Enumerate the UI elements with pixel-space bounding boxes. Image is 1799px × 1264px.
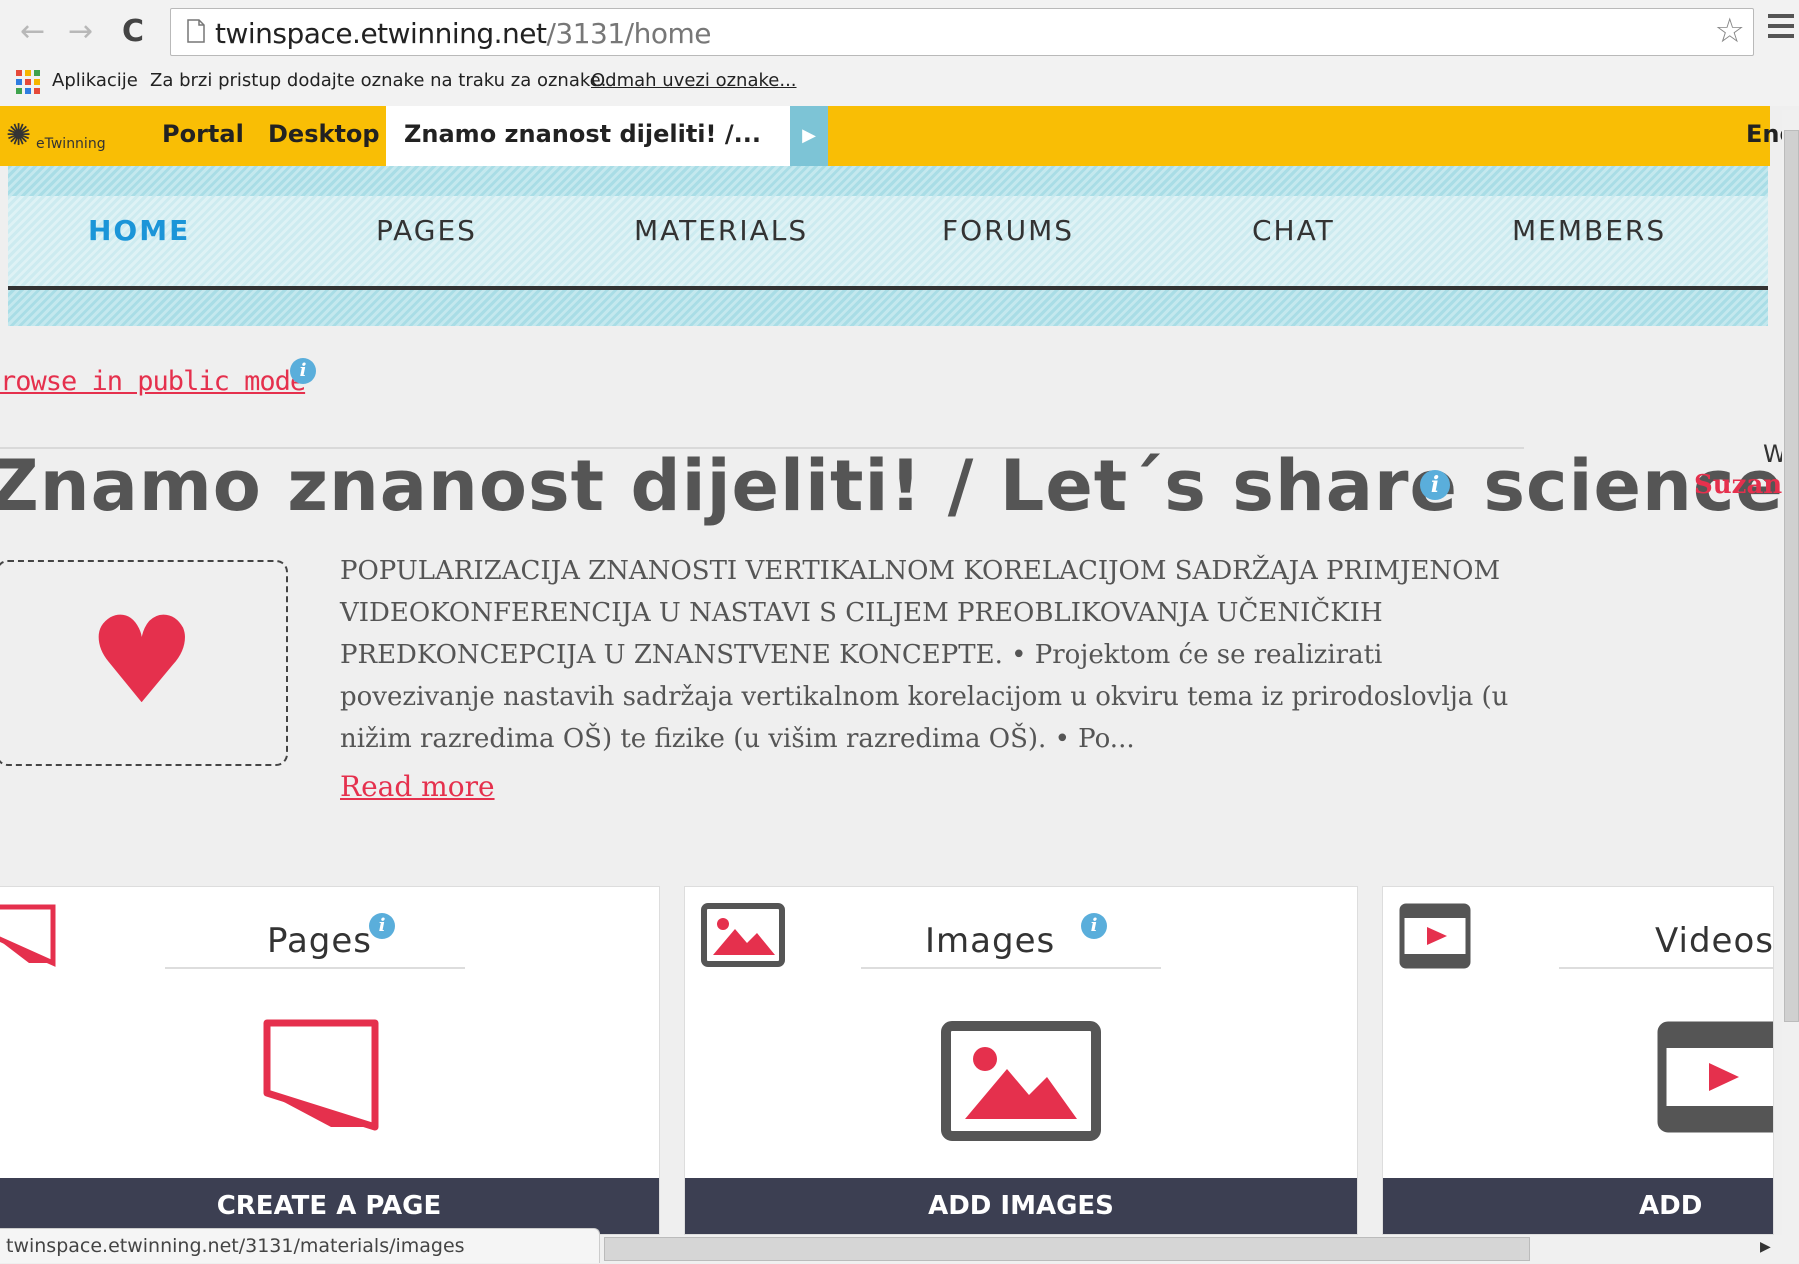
info-icon[interactable]: i xyxy=(369,913,395,939)
bookmarks-hint: Za brzi pristup dodajte oznake na traku … xyxy=(150,70,607,91)
info-icon[interactable]: i xyxy=(290,358,316,384)
add-video-button[interactable]: ADD VIDEO xyxy=(1383,1178,1773,1234)
videos-card-title: Videos xyxy=(1655,921,1774,961)
horizontal-scrollbar-thumb[interactable] xyxy=(604,1237,1530,1261)
browser-chrome: ← → C twinspace.etwinning.net/3131/home … xyxy=(0,0,1799,106)
heart-icon: ♥ xyxy=(88,592,196,731)
nav-home[interactable]: HOME xyxy=(88,214,190,247)
project-tab-label: Znamo znanost dijeliti! /... xyxy=(404,120,761,148)
pages-card: Pages i CREATE A PAGE xyxy=(0,886,660,1235)
project-title: Znamo znanost dijeliti! / Let´s share sc… xyxy=(0,445,1784,527)
nav-members[interactable]: MEMBERS xyxy=(1512,214,1666,247)
nav-pages[interactable]: PAGES xyxy=(376,214,477,247)
info-icon[interactable]: i xyxy=(1420,470,1450,500)
project-logo-box: ♥ xyxy=(0,560,288,766)
bookmarks-bar: Aplikacije Za brzi pristup dodajte oznak… xyxy=(0,64,1799,100)
image-icon xyxy=(701,903,785,967)
create-page-button[interactable]: CREATE A PAGE xyxy=(0,1178,659,1234)
video-icon xyxy=(1657,1021,1773,1133)
play-arrow-icon[interactable]: ▶ xyxy=(790,106,828,166)
import-bookmarks-link[interactable]: Odmah uvezi oznake... xyxy=(591,70,797,91)
url-path: /3131/home xyxy=(546,17,711,50)
card-divider xyxy=(861,967,1161,969)
project-tab[interactable]: Znamo znanost dijeliti! /... xyxy=(386,106,790,166)
forward-arrow-icon[interactable]: → xyxy=(68,14,93,50)
videos-card: Videos ADD VIDEO xyxy=(1382,886,1774,1235)
read-more-link[interactable]: Read more xyxy=(340,770,495,803)
address-bar[interactable]: twinspace.etwinning.net/3131/home ☆ xyxy=(170,8,1754,56)
star-icon[interactable]: ☆ xyxy=(1715,11,1745,51)
nav-materials[interactable]: MATERIALS xyxy=(634,214,808,247)
card-divider xyxy=(165,967,465,969)
vertical-scrollbar[interactable] xyxy=(1782,110,1799,1263)
bookmark-apps[interactable]: Aplikacije xyxy=(52,70,138,91)
apps-grid-icon[interactable] xyxy=(16,70,40,94)
video-icon xyxy=(1399,903,1471,969)
nav-forums[interactable]: FORUMS xyxy=(942,214,1074,247)
logo-text: eTwinning xyxy=(36,136,106,152)
page-icon xyxy=(187,19,205,43)
scroll-right-arrow-icon[interactable]: ▶ xyxy=(1760,1239,1771,1255)
nav-chat[interactable]: CHAT xyxy=(1252,214,1335,247)
url-text[interactable]: twinspace.etwinning.net/3131/home xyxy=(215,17,711,50)
twinspace-nav: HOME PAGES MATERIALS FORUMS CHAT MEMBERS xyxy=(8,196,1768,290)
add-images-button[interactable]: ADD IMAGES xyxy=(685,1178,1357,1234)
url-host: twinspace.etwinning.net xyxy=(215,17,547,50)
etwinning-top-bar: ✺ eTwinning Portal Desktop Znamo znanost… xyxy=(0,106,1797,166)
browse-public-mode-link[interactable]: rowse in public mode xyxy=(0,366,306,397)
desktop-link[interactable]: Desktop xyxy=(268,120,380,148)
project-description: POPULARIZACIJA ZNANOSTI VERTIKALNOM KORE… xyxy=(340,556,1509,754)
page-icon xyxy=(263,1019,379,1131)
etwinning-logo[interactable]: ✺ eTwinning xyxy=(6,116,126,158)
hamburger-menu-icon[interactable] xyxy=(1768,14,1794,44)
sun-icon: ✺ xyxy=(6,118,32,153)
back-arrow-icon[interactable]: ← xyxy=(20,14,45,50)
image-icon xyxy=(941,1021,1101,1141)
info-icon[interactable]: i xyxy=(1081,913,1107,939)
portal-link[interactable]: Portal xyxy=(162,120,244,148)
add-video-label: ADD VIDEO xyxy=(1639,1191,1703,1221)
images-card-title: Images xyxy=(925,921,1056,961)
card-divider xyxy=(1559,967,1773,969)
images-card: Images i ADD IMAGES xyxy=(684,886,1358,1235)
page-icon xyxy=(0,904,56,967)
pages-card-title: Pages xyxy=(267,921,373,961)
vertical-scrollbar-thumb[interactable] xyxy=(1784,130,1799,1022)
reload-icon[interactable]: C xyxy=(122,14,144,50)
status-bar-url: twinspace.etwinning.net/3131/materials/i… xyxy=(0,1228,600,1263)
